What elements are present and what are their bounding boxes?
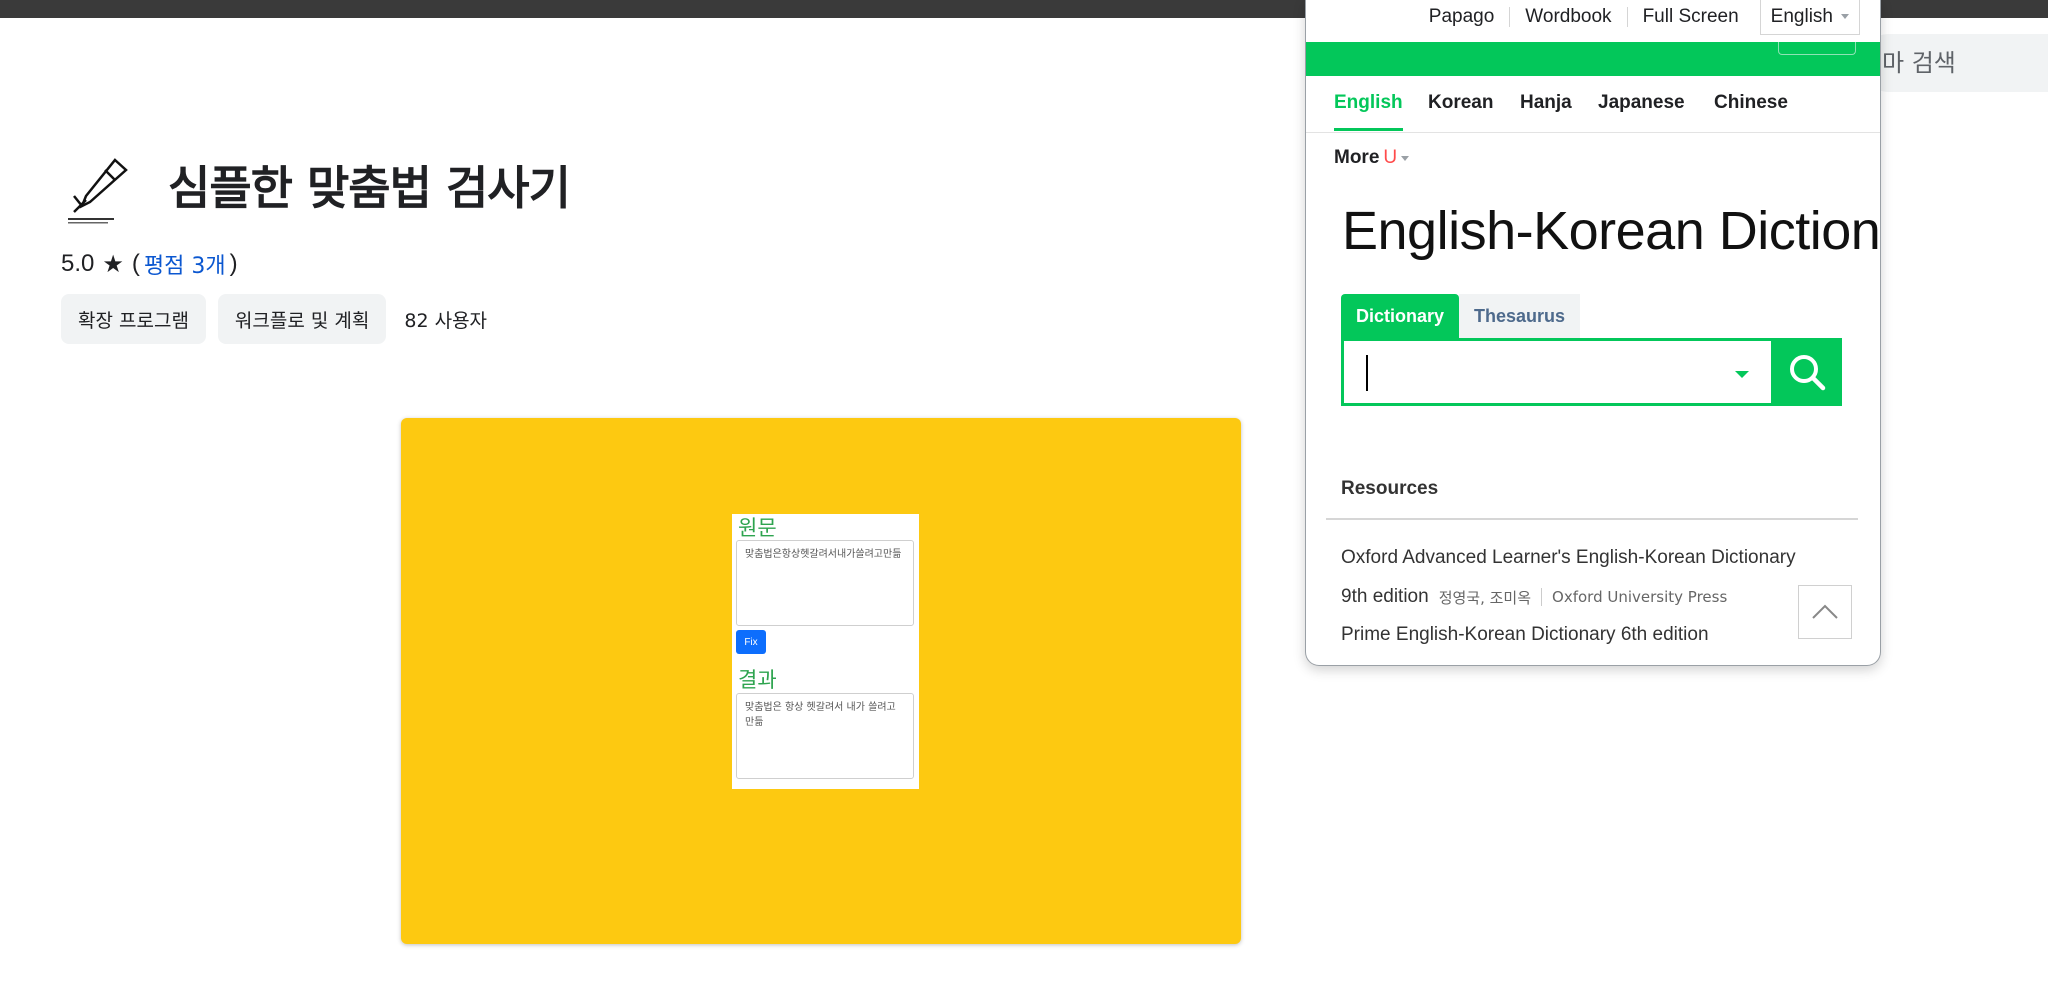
source-textarea[interactable]: 맞춤법은항상헷갈려서내가쓸려고만듦 bbox=[736, 540, 914, 626]
autocomplete-toggle-icon[interactable] bbox=[1735, 371, 1749, 378]
chip-workflow[interactable]: 워크플로 및 계획 bbox=[217, 294, 387, 344]
dictionary-header-bar bbox=[1306, 42, 1880, 76]
more-label: More bbox=[1334, 147, 1380, 168]
ratings-count-link[interactable]: 평점 3개 bbox=[144, 248, 226, 280]
extension-logo-icon bbox=[60, 150, 140, 230]
resource-link[interactable]: Prime English-Korean Dictionary 6th edit… bbox=[1341, 624, 1709, 646]
star-icon: ★ bbox=[102, 250, 124, 278]
header-button[interactable] bbox=[1778, 42, 1856, 55]
screenshot-preview: 원문 맞춤법은항상헷갈려서내가쓸려고만듦 Fix 결과 맞춤법은 항상 헷갈려서… bbox=[401, 418, 1241, 944]
divider bbox=[1326, 518, 1858, 520]
more-update-badge: U bbox=[1383, 147, 1398, 168]
full-screen-link[interactable]: Full Screen bbox=[1628, 7, 1754, 27]
dictionary-top-links: Papago Wordbook Full Screen English bbox=[1306, 0, 1880, 35]
store-search-hint: 마 검색 bbox=[1882, 49, 1956, 77]
tab-dictionary[interactable]: Dictionary bbox=[1341, 294, 1460, 338]
search-icon bbox=[1790, 355, 1826, 391]
rating-row: 5.0 ★ (평점 3개) bbox=[61, 248, 238, 280]
tab-thesaurus[interactable]: Thesaurus bbox=[1459, 294, 1581, 338]
extension-title: 심플한 맞춤법 검사기 bbox=[168, 161, 571, 215]
search-type-tabs: Dictionary Thesaurus bbox=[1341, 294, 1581, 338]
language-value: English bbox=[1770, 5, 1833, 27]
papago-link[interactable]: Papago bbox=[1414, 7, 1511, 27]
scroll-to-top-button[interactable] bbox=[1798, 585, 1852, 639]
rating-value: 5.0 bbox=[61, 250, 95, 277]
search-button[interactable] bbox=[1772, 338, 1842, 406]
rating-paren-open: ( bbox=[131, 250, 140, 277]
language-tabs: English Korean Hanja Japanese Chinese bbox=[1306, 76, 1880, 133]
dictionary-heading: English-Korean Dictionar bbox=[1342, 201, 1881, 261]
resources-heading: Resources bbox=[1341, 478, 1439, 499]
tab-english[interactable]: English bbox=[1334, 92, 1403, 131]
tab-japanese[interactable]: Japanese bbox=[1598, 92, 1685, 114]
chevron-down-icon bbox=[1841, 14, 1849, 19]
resource-edition-row: 9th edition 정영국, 조미옥 Oxford University P… bbox=[1341, 586, 1727, 608]
tab-korean[interactable]: Korean bbox=[1428, 92, 1493, 114]
dictionary-popup: Papago Wordbook Full Screen English Engl… bbox=[1305, 0, 1881, 666]
resource-edition[interactable]: 9th edition bbox=[1341, 586, 1429, 608]
chevron-up-icon bbox=[1812, 604, 1838, 619]
wordbook-link[interactable]: Wordbook bbox=[1510, 7, 1628, 27]
resource-publisher: Oxford University Press bbox=[1552, 588, 1728, 606]
user-count: 82 사용자 bbox=[404, 309, 488, 332]
tab-hanja[interactable]: Hanja bbox=[1520, 92, 1572, 114]
more-menu[interactable]: More U bbox=[1334, 147, 1410, 169]
language-select[interactable]: English bbox=[1759, 0, 1860, 35]
store-search-field[interactable]: 마 검색 bbox=[1860, 34, 2048, 92]
rating-paren-close: ) bbox=[229, 250, 238, 277]
category-chips: 확장 프로그램 워크플로 및 계획 82 사용자 bbox=[61, 294, 487, 344]
text-cursor bbox=[1366, 355, 1368, 391]
dictionary-search-input[interactable] bbox=[1341, 338, 1774, 406]
tab-chinese[interactable]: Chinese bbox=[1714, 92, 1788, 114]
result-textarea[interactable]: 맞춤법은 항상 헷갈려서 내가 쓸려고 만듦 bbox=[736, 693, 914, 779]
spellcheck-panel: 원문 맞춤법은항상헷갈려서내가쓸려고만듦 Fix 결과 맞춤법은 항상 헷갈려서… bbox=[732, 514, 919, 789]
result-label: 결과 bbox=[738, 668, 777, 692]
resource-authors: 정영국, 조미옥 bbox=[1438, 588, 1532, 607]
resource-link[interactable]: Oxford Advanced Learner's English-Korean… bbox=[1341, 547, 1796, 569]
fix-button[interactable]: Fix bbox=[736, 630, 766, 654]
source-label: 원문 bbox=[738, 516, 777, 540]
chevron-down-icon bbox=[1401, 155, 1410, 161]
chip-extension[interactable]: 확장 프로그램 bbox=[61, 294, 206, 344]
divider bbox=[1541, 588, 1543, 606]
